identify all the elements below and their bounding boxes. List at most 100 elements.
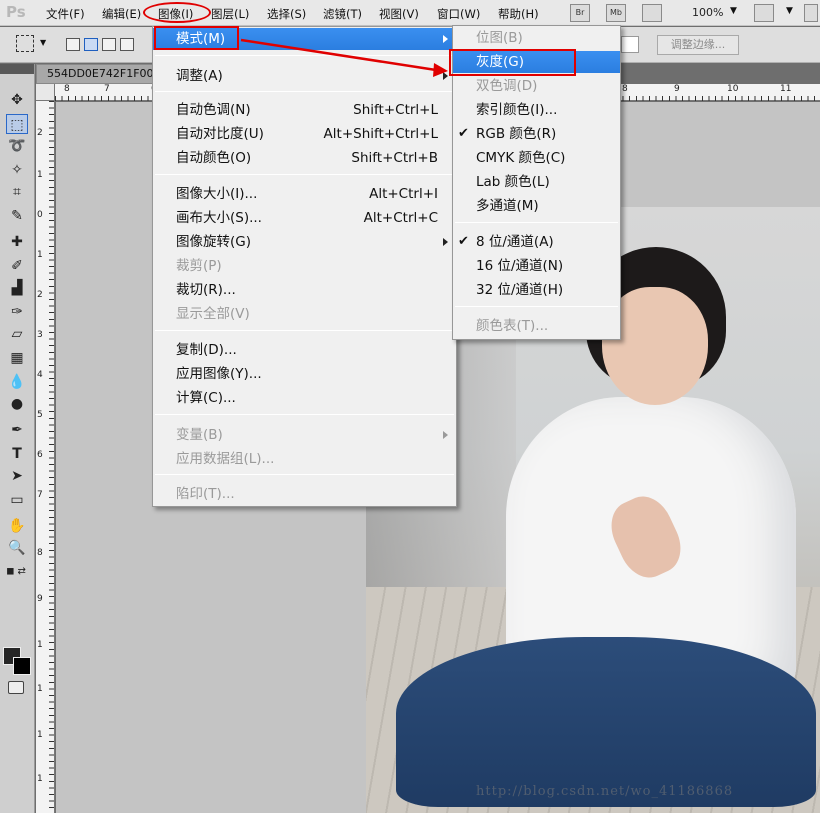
move-tool-icon[interactable]: ✥ [6,90,28,110]
menu-view[interactable]: 视图(V) [379,6,419,22]
ruler-v-label: 5 [37,410,43,420]
menu-item-duplicate[interactable]: 复制(D)... [153,339,456,361]
submenu-item-rgb-color[interactable]: ✔ RGB 颜色(R) [453,123,620,145]
ruler-v-label: 3 [37,330,43,340]
subtract-from-selection-icon[interactable] [102,38,116,51]
submenu-item-bitmap: 位图(B) [476,30,523,46]
zoom-level[interactable]: 100% [692,6,723,19]
ruler-v-label: 1 [37,730,43,740]
quick-selection-tool-icon[interactable]: ✧ [6,160,28,180]
screen-mode-icon[interactable] [804,4,818,22]
menu-item-calculations[interactable]: 计算(C)... [153,387,456,409]
menu-image-highlight-oval [143,2,211,23]
menu-window[interactable]: 窗口(W) [437,6,480,22]
crop-tool-icon[interactable]: ⌗ [6,182,28,202]
submenu-item-16-bit[interactable]: 16 位/通道(N) [453,255,620,277]
submenu-item-multichannel[interactable]: 多通道(M) [453,195,620,217]
blur-tool-icon[interactable]: 💧 [6,372,28,392]
lasso-tool-icon[interactable]: ➰ [6,136,28,156]
pen-tool-icon[interactable]: ✒ [6,420,28,440]
submenu-arrow-icon [443,238,448,246]
menu-layer[interactable]: 图层(L) [211,6,249,22]
menu-bar: Ps 文件(F) 编辑(E) 图像(I) 图层(L) 选择(S) 滤镜(T) 视… [0,0,820,26]
menu-item-apply-data-set: 应用数据组(L)... [176,451,275,467]
view-extras-icon[interactable] [642,4,662,22]
tools-panel: ✥ ⬚ ➰ ✧ ⌗ ✎ ✚ ✐ ▟ ✑ ▱ ▦ 💧 ● ✒ T ➤ ▭ ✋ 🔍 … [0,64,35,813]
photo-jeans [396,637,816,807]
zoom-dropdown-icon[interactable]: ▼ [730,6,737,16]
ruler-v-label: 4 [37,370,43,380]
submenu-item-lab-color[interactable]: Lab 颜色(L) [453,171,620,193]
menu-item-reveal-all: 显示全部(V) [176,306,250,322]
menu-file[interactable]: 文件(F) [46,6,85,22]
preset-dropdown-icon[interactable]: ▼ [40,38,46,47]
submenu-item-cmyk-color[interactable]: CMYK 颜色(C) [453,147,620,169]
ruler-v-label: 1 [37,170,43,180]
menu-help[interactable]: 帮助(H) [498,6,539,22]
menu-separator [155,414,454,415]
menu-separator [155,330,454,331]
healing-brush-tool-icon[interactable]: ✚ [6,232,28,252]
ruler-v-label: 0 [37,210,43,220]
menu-item-canvas-size[interactable]: 画布大小(S)... Alt+Ctrl+C [153,207,456,229]
ruler-h-label: 7 [104,84,110,94]
gradient-tool-icon[interactable]: ▦ [6,348,28,368]
ruler-v-label: 1 [37,684,43,694]
menu-select[interactable]: 选择(S) [267,6,306,22]
ruler-h-label: 8 [64,84,70,94]
submenu-arrow-icon [443,431,448,439]
intersect-selection-icon[interactable] [120,38,134,51]
add-to-selection-icon[interactable] [84,38,98,51]
menu-item-auto-tone[interactable]: 自动色调(N) Shift+Ctrl+L [153,99,456,121]
mini-bridge-button[interactable]: Mb [606,4,626,22]
arrange-dropdown-icon[interactable]: ▼ [786,6,793,16]
rect-marquee-tool-icon[interactable]: ⬚ [6,114,28,134]
brush-tool-icon[interactable]: ✐ [6,256,28,276]
background-color-swatch[interactable] [13,657,31,675]
menu-item-trap: 陷印(T)... [176,486,235,502]
history-brush-tool-icon[interactable]: ✑ [6,302,28,322]
menu-separator [155,55,454,56]
photoshop-logo: Ps [6,3,26,21]
marquee-tool-preset-icon[interactable] [16,35,34,52]
quick-mask-icon[interactable] [8,681,24,694]
height-input[interactable] [621,36,639,53]
dodge-tool-icon[interactable]: ● [6,394,28,414]
grayscale-highlight-box [449,49,576,76]
menu-item-image-rotation[interactable]: 图像旋转(G) [153,231,456,253]
submenu-item-indexed-color[interactable]: 索引颜色(I)... [453,99,620,121]
ruler-h-label: 11 [780,84,792,94]
menu-edit[interactable]: 编辑(E) [102,6,141,22]
menu-item-auto-color[interactable]: 自动颜色(O) Shift+Ctrl+B [153,147,456,169]
new-selection-icon[interactable] [66,38,80,51]
refine-edge-button[interactable]: 调整边缘... [657,35,739,55]
menu-item-adjustments[interactable]: 调整(A) [153,65,456,87]
menu-separator [455,306,618,307]
arrange-documents-icon[interactable] [754,4,774,22]
menu-item-image-size[interactable]: 图像大小(I)... Alt+Ctrl+I [153,183,456,205]
clone-stamp-tool-icon[interactable]: ▟ [6,278,28,298]
zoom-tool-icon[interactable]: 🔍 [6,538,28,558]
submenu-item-32-bit[interactable]: 32 位/通道(H) [453,279,620,301]
type-tool-icon[interactable]: T [6,444,28,464]
menu-separator [155,91,454,92]
menu-item-trim[interactable]: 裁切(R)... [153,279,456,301]
image-menu: 模式(M) 调整(A) 自动色调(N) Shift+Ctrl+L 自动对比度(U)… [152,26,457,507]
path-selection-tool-icon[interactable]: ➤ [6,466,28,486]
menu-item-auto-contrast[interactable]: 自动对比度(U) Alt+Shift+Ctrl+L [153,123,456,145]
check-icon: ✔ [458,234,469,249]
menu-filter[interactable]: 滤镜(T) [323,6,362,22]
eyedropper-tool-icon[interactable]: ✎ [6,206,28,226]
submenu-item-duotone: 双色调(D) [476,78,538,94]
swap-colors-icon[interactable]: ◼ ⇄ [2,562,30,582]
eraser-tool-icon[interactable]: ▱ [6,324,28,344]
ruler-origin[interactable] [36,84,55,101]
submenu-item-8-bit[interactable]: ✔ 8 位/通道(A) [453,231,620,253]
tools-panel-header[interactable] [0,64,34,74]
shape-tool-icon[interactable]: ▭ [6,490,28,510]
bridge-button[interactable]: Br [570,4,590,22]
document-tab[interactable]: 554DD0E742F1F00 [36,64,154,84]
ruler-v-ticks [49,101,54,813]
menu-item-apply-image[interactable]: 应用图像(Y)... [153,363,456,385]
hand-tool-icon[interactable]: ✋ [6,516,28,536]
